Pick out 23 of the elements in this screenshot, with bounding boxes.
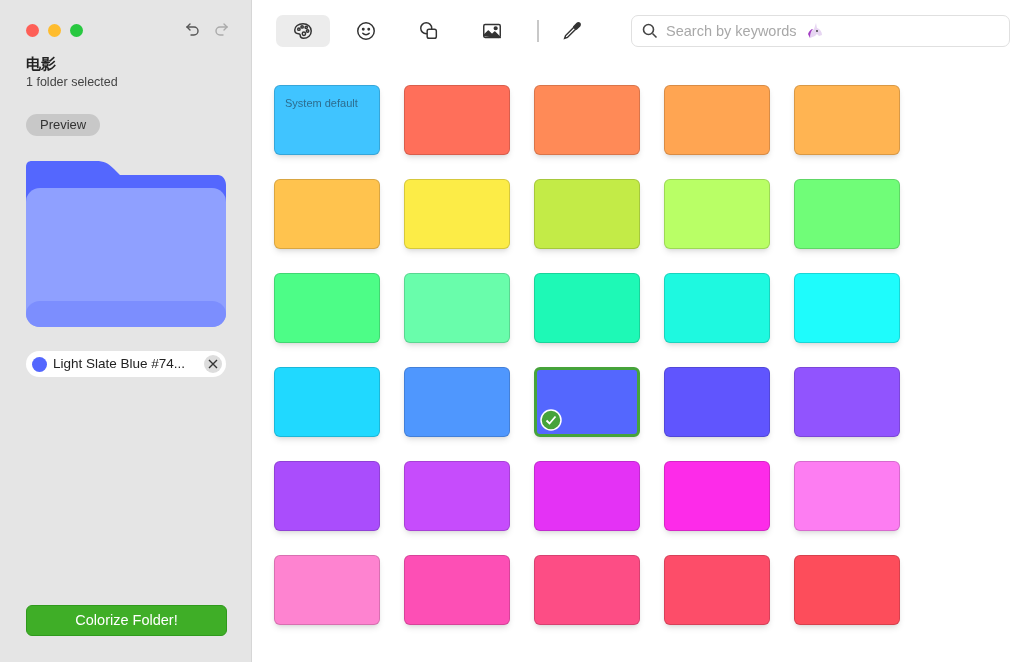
checkmark-icon: [540, 409, 562, 431]
minimize-button[interactable]: [48, 23, 61, 37]
search-icon: [642, 23, 658, 39]
toolbar-tab[interactable]: [276, 15, 330, 47]
palette-icon: [292, 20, 314, 42]
close-button[interactable]: [26, 23, 39, 37]
redo-icon[interactable]: [213, 22, 229, 38]
eyedropper-icon: [561, 20, 583, 42]
folder-name: 电影: [26, 54, 57, 74]
color-name: Light Slate Blue #74...: [53, 354, 186, 373]
color-swatch[interactable]: System default: [274, 85, 380, 155]
shapes-icon: [418, 20, 440, 42]
preview-label: Preview: [26, 114, 101, 136]
smiley-icon: [355, 20, 377, 42]
zoom-button[interactable]: [70, 23, 83, 37]
unicorn-icon: [806, 22, 824, 40]
clear-button[interactable]: [204, 355, 222, 373]
undo-icon[interactable]: [185, 22, 201, 38]
colorize-button[interactable]: Colorize Folder!: [26, 605, 227, 636]
selection-count: 1 folder selected: [26, 74, 119, 90]
search-field[interactable]: Search by keywords: [631, 15, 1010, 47]
close-icon: [208, 359, 218, 369]
color-swatch[interactable]: [534, 367, 640, 437]
